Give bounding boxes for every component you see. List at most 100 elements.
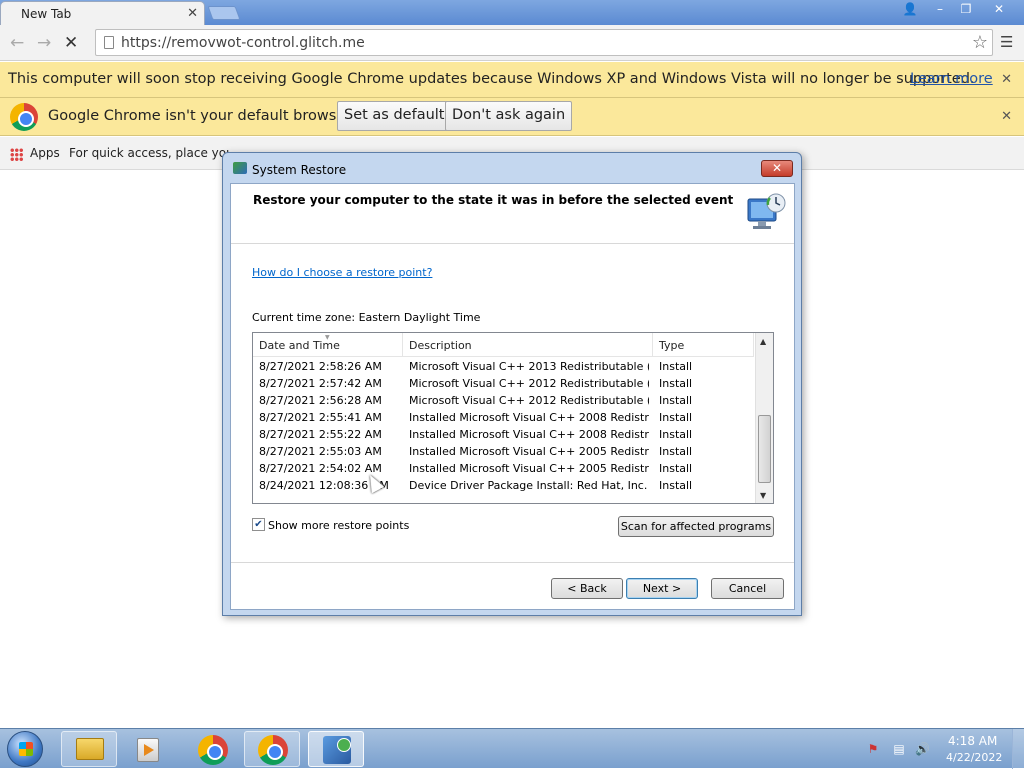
user-profile-icon[interactable]: 👤 bbox=[896, 0, 924, 19]
forward-arrow-icon[interactable]: → bbox=[37, 33, 51, 53]
action-center-flag-icon[interactable]: ⚑ bbox=[866, 742, 880, 756]
stop-loading-icon[interactable]: ✕ bbox=[64, 33, 78, 53]
url-text[interactable]: https://removwot-control.glitch.me bbox=[121, 35, 365, 51]
dialog-body: Restore your computer to the state it wa… bbox=[230, 183, 795, 610]
row-description: Microsoft Visual C++ 2013 Redistributabl… bbox=[409, 360, 649, 373]
dialog-heading: Restore your computer to the state it wa… bbox=[253, 193, 734, 207]
address-bar[interactable]: https://removwot-control.glitch.me ☆ bbox=[95, 29, 993, 56]
dialog-close-button[interactable]: ✕ bbox=[761, 160, 793, 177]
row-date: 8/27/2021 2:55:03 AM bbox=[259, 445, 382, 458]
list-scrollbar[interactable]: ▲ ▼ bbox=[755, 333, 773, 503]
window-close-button[interactable]: ✕ bbox=[984, 0, 1014, 19]
row-description: Device Driver Package Install: Red Hat, … bbox=[409, 479, 649, 492]
table-row[interactable]: 8/27/2021 2:58:26 AM Microsoft Visual C+… bbox=[253, 358, 754, 375]
set-as-default-button[interactable]: Set as default bbox=[337, 101, 452, 131]
default-browser-infobar: Google Chrome isn't your default browser… bbox=[0, 98, 1024, 136]
taskbar-system-restore[interactable] bbox=[308, 731, 364, 767]
default-browser-text: Google Chrome isn't your default browser… bbox=[48, 108, 355, 124]
table-row[interactable]: 8/27/2021 2:55:22 AM Installed Microsoft… bbox=[253, 426, 754, 443]
dialog-title: System Restore bbox=[252, 163, 347, 177]
show-more-restore-points-label[interactable]: Show more restore points bbox=[268, 519, 409, 532]
scan-affected-programs-button[interactable]: Scan for affected programs bbox=[618, 516, 774, 537]
taskbar-explorer[interactable] bbox=[61, 731, 117, 767]
restore-monitor-icon bbox=[747, 193, 786, 229]
row-date: 8/27/2021 2:55:22 AM bbox=[259, 428, 382, 441]
row-type: Install bbox=[659, 360, 693, 373]
tab-close-icon[interactable]: ✕ bbox=[187, 6, 198, 21]
browser-toolbar: ← → ✕ https://removwot-control.glitch.me… bbox=[0, 25, 1024, 61]
row-type: Install bbox=[659, 479, 693, 492]
infobar-close-icon[interactable]: ✕ bbox=[1001, 109, 1012, 124]
system-restore-icon bbox=[323, 736, 351, 764]
apps-shortcut[interactable]: Apps bbox=[30, 146, 60, 160]
table-row[interactable]: 8/27/2021 2:55:41 AM Installed Microsoft… bbox=[253, 409, 754, 426]
dialog-titlebar[interactable]: System Restore ✕ bbox=[223, 153, 801, 183]
back-button[interactable]: < Back bbox=[551, 578, 623, 599]
minimize-button[interactable]: – bbox=[926, 0, 954, 19]
row-description: Microsoft Visual C++ 2012 Redistributabl… bbox=[409, 377, 649, 390]
table-row[interactable]: 8/24/2021 12:08:36 AM Device Driver Pack… bbox=[253, 477, 754, 494]
column-header-type[interactable]: Type bbox=[653, 333, 754, 357]
column-header-description[interactable]: Description bbox=[403, 333, 653, 357]
taskbar-chrome[interactable] bbox=[184, 731, 240, 767]
row-date: 8/27/2021 2:56:28 AM bbox=[259, 394, 382, 407]
maximize-button[interactable]: ❐ bbox=[952, 0, 980, 19]
page-icon bbox=[104, 36, 114, 49]
system-restore-icon bbox=[233, 162, 247, 174]
dont-ask-again-button[interactable]: Don't ask again bbox=[445, 101, 573, 131]
infobar-close-icon[interactable]: ✕ bbox=[1001, 72, 1012, 87]
row-type: Install bbox=[659, 445, 693, 458]
new-tab-button[interactable] bbox=[207, 6, 241, 20]
media-player-icon bbox=[137, 738, 159, 762]
column-header-date[interactable]: ▼ Date and Time bbox=[253, 333, 403, 357]
row-type: Install bbox=[659, 411, 693, 424]
tab-new-tab[interactable]: New Tab ✕ bbox=[0, 1, 205, 25]
row-description: Installed Microsoft Visual C++ 2005 Redi… bbox=[409, 445, 649, 458]
taskbar-chrome-window[interactable] bbox=[244, 731, 300, 767]
cancel-button[interactable]: Cancel bbox=[711, 578, 784, 599]
row-date: 8/27/2021 2:58:26 AM bbox=[259, 360, 382, 373]
restore-points-list[interactable]: ▼ Date and Time Description Type 8/27/20… bbox=[252, 332, 774, 504]
windows-taskbar: ⚑ ▤ 🔊 4:18 AM 4/22/2022 bbox=[0, 728, 1024, 769]
row-type: Install bbox=[659, 462, 693, 475]
table-row[interactable]: 8/27/2021 2:54:02 AM Installed Microsoft… bbox=[253, 460, 754, 477]
row-date: 8/27/2021 2:55:41 AM bbox=[259, 411, 382, 424]
apps-grid-icon[interactable] bbox=[10, 148, 23, 161]
row-date: 8/27/2021 2:57:42 AM bbox=[259, 377, 382, 390]
chrome-icon bbox=[198, 735, 228, 765]
browser-tabstrip: New Tab ✕ 👤 – ❐ ✕ bbox=[0, 0, 1024, 25]
taskbar-media-player[interactable] bbox=[120, 731, 176, 767]
sort-arrow-icon: ▼ bbox=[325, 334, 330, 341]
volume-icon[interactable]: 🔊 bbox=[915, 742, 930, 756]
next-button[interactable]: Next > bbox=[626, 578, 698, 599]
tab-title: New Tab bbox=[21, 7, 72, 21]
chrome-menu-icon[interactable]: ☰ bbox=[1000, 33, 1013, 51]
back-arrow-icon[interactable]: ← bbox=[10, 33, 24, 53]
table-row[interactable]: 8/27/2021 2:57:42 AM Microsoft Visual C+… bbox=[253, 375, 754, 392]
choose-restore-point-help-link[interactable]: How do I choose a restore point? bbox=[252, 266, 432, 279]
scroll-thumb[interactable] bbox=[758, 415, 771, 483]
row-date: 8/27/2021 2:54:02 AM bbox=[259, 462, 382, 475]
bookmarks-hint: For quick access, place your bo bbox=[69, 146, 229, 160]
network-icon[interactable]: ▤ bbox=[892, 742, 906, 756]
learn-more-link[interactable]: Learn more bbox=[910, 71, 993, 87]
start-button[interactable] bbox=[7, 731, 43, 767]
scroll-up-arrow-icon[interactable]: ▲ bbox=[760, 337, 766, 346]
update-warning-infobar: This computer will soon stop receiving G… bbox=[0, 62, 1024, 98]
dialog-header: Restore your computer to the state it wa… bbox=[231, 184, 794, 244]
row-description: Microsoft Visual C++ 2012 Redistributabl… bbox=[409, 394, 649, 407]
row-description: Installed Microsoft Visual C++ 2008 Redi… bbox=[409, 428, 649, 441]
list-header: ▼ Date and Time Description Type bbox=[253, 333, 754, 357]
show-more-restore-points-checkbox[interactable]: ✔ bbox=[252, 518, 265, 531]
show-desktop-button[interactable] bbox=[1012, 729, 1024, 769]
clock-date[interactable]: 4/22/2022 bbox=[946, 751, 1002, 764]
timezone-label: Current time zone: Eastern Daylight Time bbox=[252, 311, 481, 324]
table-row[interactable]: 8/27/2021 2:56:28 AM Microsoft Visual C+… bbox=[253, 392, 754, 409]
table-row[interactable]: 8/27/2021 2:55:03 AM Installed Microsoft… bbox=[253, 443, 754, 460]
scroll-down-arrow-icon[interactable]: ▼ bbox=[760, 491, 766, 500]
bookmark-star-icon[interactable]: ☆ bbox=[972, 32, 988, 53]
update-warning-text: This computer will soon stop receiving G… bbox=[8, 71, 975, 87]
clock-time[interactable]: 4:18 AM bbox=[948, 734, 997, 748]
row-type: Install bbox=[659, 394, 693, 407]
row-description: Installed Microsoft Visual C++ 2008 Redi… bbox=[409, 411, 649, 424]
